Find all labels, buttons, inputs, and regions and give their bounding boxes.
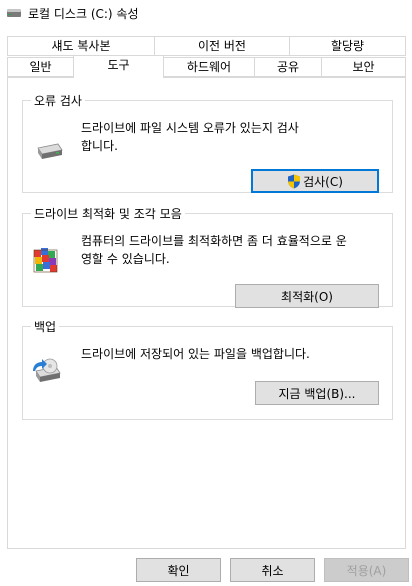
optimize-button[interactable]: 최적화(O) bbox=[235, 284, 379, 308]
backup-group: 백업 드라이브에 저장되어 있는 파일을 백업합니다. 지금 백업(B)... bbox=[22, 318, 393, 420]
error-check-text-line2: 합니다. bbox=[81, 139, 118, 153]
optimize-legend: 드라이브 최적화 및 조각 모음 bbox=[34, 207, 182, 221]
tab-tools[interactable]: 도구 bbox=[73, 55, 164, 78]
tab-shadow-copies[interactable]: 섀도 복사본 bbox=[7, 36, 155, 56]
uac-shield-icon bbox=[288, 174, 301, 188]
tab-security[interactable]: 보안 bbox=[321, 57, 406, 77]
ok-button[interactable]: 확인 bbox=[136, 558, 221, 582]
hard-drive-icon bbox=[37, 143, 63, 159]
backup-legend: 백업 bbox=[34, 320, 57, 334]
optimize-button-label: 최적화(O) bbox=[281, 289, 333, 304]
backup-icon bbox=[33, 358, 61, 382]
tab-general[interactable]: 일반 bbox=[7, 57, 74, 77]
cancel-button[interactable]: 취소 bbox=[230, 558, 315, 582]
window-title: 로컬 디스크 (C:) 속성 bbox=[28, 7, 139, 21]
tab-sharing[interactable]: 공유 bbox=[254, 57, 322, 77]
backup-text: 드라이브에 저장되어 있는 파일을 백업합니다. bbox=[81, 347, 310, 361]
error-check-group: 오류 검사 드라이브에 파일 시스템 오류가 있는지 검사 합니다. 검사(C) bbox=[22, 92, 393, 193]
ok-button-label: 확인 bbox=[167, 563, 190, 578]
optimize-text-line2: 영할 수 있습니다. bbox=[81, 252, 170, 266]
check-button-label: 검사(C) bbox=[303, 174, 343, 189]
check-button[interactable]: 검사(C) bbox=[251, 169, 379, 193]
cancel-button-label: 취소 bbox=[261, 563, 284, 578]
optimize-group: 드라이브 최적화 및 조각 모음 컴퓨터의 드라이브를 최적화하면 좀 더 효율… bbox=[22, 205, 393, 308]
error-check-text-line1: 드라이브에 파일 시스템 오류가 있는지 검사 bbox=[81, 121, 299, 135]
drive-icon bbox=[7, 9, 21, 17]
tab-hardware[interactable]: 하드웨어 bbox=[163, 57, 255, 77]
tools-panel: 오류 검사 드라이브에 파일 시스템 오류가 있는지 검사 합니다. 검사(C)… bbox=[7, 77, 406, 549]
tab-quota[interactable]: 할당량 bbox=[289, 36, 406, 56]
backup-now-button-label: 지금 백업(B)... bbox=[278, 386, 356, 401]
error-check-legend: 오류 검사 bbox=[34, 94, 82, 108]
tab-previous-versions[interactable]: 이전 버전 bbox=[154, 36, 290, 56]
optimize-text-line1: 컴퓨터의 드라이브를 최적화하면 좀 더 효율적으로 운 bbox=[81, 234, 347, 248]
apply-button[interactable]: 적용(A) bbox=[324, 558, 409, 582]
apply-button-label: 적용(A) bbox=[346, 563, 387, 578]
backup-now-button[interactable]: 지금 백업(B)... bbox=[255, 381, 379, 405]
title-bar: 로컬 디스크 (C:) 속성 bbox=[0, 0, 412, 26]
defrag-icon bbox=[33, 248, 58, 273]
